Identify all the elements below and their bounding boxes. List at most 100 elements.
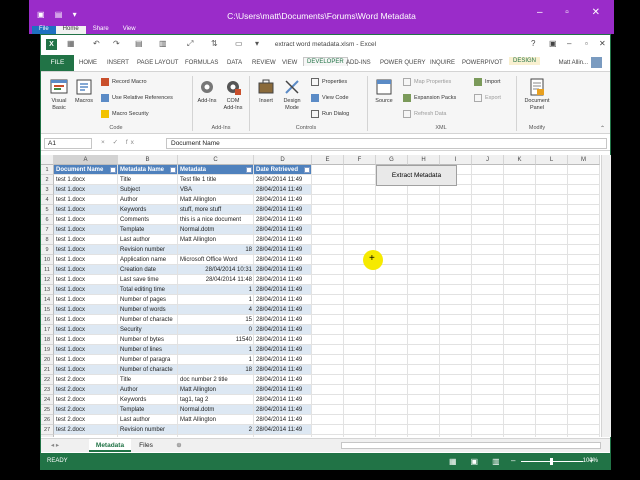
empty-cell[interactable]: [440, 415, 472, 425]
document-panel-button[interactable]: Document Panel: [521, 78, 553, 112]
table-cell[interactable]: Security: [118, 325, 178, 335]
empty-cell[interactable]: [344, 235, 376, 245]
table-cell[interactable]: test 1.docx: [54, 175, 118, 185]
empty-cell[interactable]: [344, 355, 376, 365]
empty-cell[interactable]: [504, 385, 536, 395]
empty-cell[interactable]: [568, 315, 600, 325]
empty-cell[interactable]: [504, 225, 536, 235]
table-cell[interactable]: 28/04/2014 11:49: [254, 215, 312, 225]
empty-cell[interactable]: [312, 425, 344, 435]
empty-cell[interactable]: [312, 255, 344, 265]
empty-cell[interactable]: [344, 435, 376, 437]
empty-cell[interactable]: [408, 365, 440, 375]
table-cell[interactable]: test 1.docx: [54, 185, 118, 195]
table-cell[interactable]: test 2.docx: [54, 415, 118, 425]
empty-cell[interactable]: [440, 195, 472, 205]
empty-cell[interactable]: [344, 215, 376, 225]
empty-cell[interactable]: [408, 225, 440, 235]
row-header[interactable]: 13: [41, 285, 54, 295]
empty-cell[interactable]: [408, 415, 440, 425]
empty-cell[interactable]: [504, 255, 536, 265]
empty-cell[interactable]: [536, 405, 568, 415]
table-cell[interactable]: test 1.docx: [54, 325, 118, 335]
empty-cell[interactable]: [312, 385, 344, 395]
minimize-icon[interactable]: –: [567, 39, 571, 48]
row-header[interactable]: 2: [41, 175, 54, 185]
empty-cell[interactable]: [376, 395, 408, 405]
empty-cell[interactable]: [440, 425, 472, 435]
table-cell[interactable]: 28/04/2014 11:49: [254, 395, 312, 405]
empty-cell[interactable]: [568, 375, 600, 385]
empty-cell[interactable]: [472, 395, 504, 405]
table-cell[interactable]: test 1.docx: [54, 235, 118, 245]
empty-cell[interactable]: [344, 315, 376, 325]
empty-cell[interactable]: [440, 335, 472, 345]
empty-cell[interactable]: [440, 435, 472, 437]
empty-cell[interactable]: [536, 185, 568, 195]
empty-cell[interactable]: [376, 275, 408, 285]
empty-cell[interactable]: [472, 265, 504, 275]
empty-cell[interactable]: [504, 195, 536, 205]
column-header[interactable]: I: [440, 155, 472, 165]
table-cell[interactable]: Matt Allington: [178, 195, 254, 205]
empty-cell[interactable]: [376, 375, 408, 385]
empty-cell[interactable]: [568, 385, 600, 395]
empty-cell[interactable]: [408, 305, 440, 315]
empty-cell[interactable]: [472, 295, 504, 305]
empty-cell[interactable]: [568, 205, 600, 215]
empty-cell[interactable]: [312, 435, 344, 437]
tab-view[interactable]: VIEW: [282, 60, 297, 66]
filter-dropdown-icon[interactable]: [110, 167, 116, 173]
table-cell[interactable]: Total editing time: [118, 285, 178, 295]
empty-cell[interactable]: [440, 265, 472, 275]
refresh-data-button[interactable]: Refresh Data: [403, 109, 446, 119]
empty-cell[interactable]: [536, 415, 568, 425]
empty-cell[interactable]: [504, 175, 536, 185]
row-header[interactable]: 15: [41, 305, 54, 315]
empty-cell[interactable]: [536, 425, 568, 435]
table-cell[interactable]: Microsoft Office Word: [178, 435, 254, 437]
explorer-tab-file[interactable]: File: [32, 26, 56, 34]
table-cell[interactable]: Number of paragra: [118, 355, 178, 365]
empty-cell[interactable]: [376, 235, 408, 245]
empty-cell[interactable]: [408, 275, 440, 285]
table-cell[interactable]: test 1.docx: [54, 205, 118, 215]
empty-cell[interactable]: [568, 355, 600, 365]
view-code-button[interactable]: View Code: [311, 93, 349, 103]
empty-cell[interactable]: [344, 395, 376, 405]
table-cell[interactable]: Subject: [118, 185, 178, 195]
empty-cell[interactable]: [408, 195, 440, 205]
empty-cell[interactable]: [344, 405, 376, 415]
empty-cell[interactable]: [408, 315, 440, 325]
empty-cell[interactable]: [504, 395, 536, 405]
row-header[interactable]: 21: [41, 365, 54, 375]
empty-cell[interactable]: [504, 285, 536, 295]
empty-cell[interactable]: [504, 235, 536, 245]
empty-cell[interactable]: [504, 435, 536, 437]
empty-cell[interactable]: [536, 265, 568, 275]
table-cell[interactable]: Template: [118, 405, 178, 415]
empty-cell[interactable]: [440, 215, 472, 225]
formula-input[interactable]: Document Name: [166, 138, 607, 149]
table-cell[interactable]: 28/04/2014 11:49: [254, 285, 312, 295]
empty-cell[interactable]: [440, 405, 472, 415]
empty-cell[interactable]: [472, 385, 504, 395]
empty-cell[interactable]: [504, 355, 536, 365]
empty-cell[interactable]: [504, 215, 536, 225]
table-cell[interactable]: 28/04/2014 11:49: [254, 385, 312, 395]
table-cell[interactable]: 28/04/2014 11:49: [254, 375, 312, 385]
table-cell[interactable]: stuff, more stuff: [178, 205, 254, 215]
name-box[interactable]: A1: [44, 138, 92, 149]
empty-cell[interactable]: [472, 415, 504, 425]
empty-cell[interactable]: [408, 215, 440, 225]
row-header[interactable]: 8: [41, 235, 54, 245]
filter-dropdown-icon[interactable]: [170, 167, 176, 173]
empty-cell[interactable]: [344, 205, 376, 215]
empty-cell[interactable]: [408, 245, 440, 255]
empty-cell[interactable]: [376, 325, 408, 335]
table-cell[interactable]: 1: [178, 295, 254, 305]
empty-cell[interactable]: [536, 295, 568, 305]
empty-cell[interactable]: [408, 235, 440, 245]
empty-cell[interactable]: [440, 295, 472, 305]
table-cell[interactable]: test 1.docx: [54, 195, 118, 205]
